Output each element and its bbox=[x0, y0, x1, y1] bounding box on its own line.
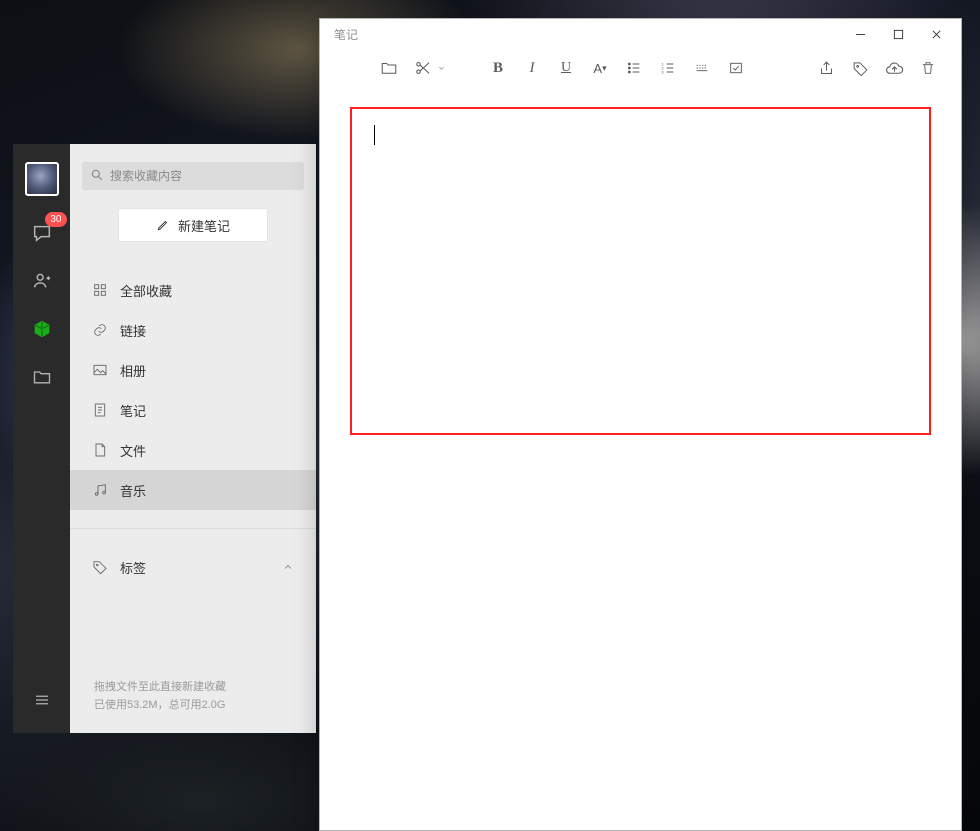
checklist-button[interactable] bbox=[723, 55, 749, 81]
chat-button[interactable]: 30 bbox=[27, 218, 57, 248]
minimize-icon bbox=[855, 29, 866, 40]
left-rail: 30 bbox=[13, 144, 70, 733]
note-icon bbox=[92, 402, 108, 418]
image-icon bbox=[92, 362, 108, 378]
chevron-down-icon[interactable] bbox=[438, 65, 445, 72]
category-albums[interactable]: 相册 bbox=[70, 350, 316, 390]
menu-icon bbox=[33, 691, 51, 709]
close-button[interactable] bbox=[917, 21, 955, 47]
share-button[interactable] bbox=[813, 55, 839, 81]
tag-button[interactable] bbox=[847, 55, 873, 81]
number-list-icon: 123 bbox=[660, 60, 676, 76]
cloud-icon bbox=[885, 59, 904, 78]
files-button[interactable] bbox=[27, 362, 57, 392]
avatar[interactable] bbox=[25, 162, 59, 196]
new-note-label: 新建笔记 bbox=[178, 216, 230, 235]
maximize-button[interactable] bbox=[879, 21, 917, 47]
link-icon bbox=[92, 322, 108, 338]
contacts-icon bbox=[31, 270, 53, 292]
minimize-button[interactable] bbox=[841, 21, 879, 47]
svg-text:3: 3 bbox=[661, 69, 664, 74]
panel-footer: 拖拽文件至此直接新建收藏 已使用53.2M，总可用2.0G bbox=[70, 678, 316, 733]
divider-button[interactable] bbox=[689, 55, 715, 81]
divider bbox=[70, 528, 316, 529]
category-files[interactable]: 文件 bbox=[70, 430, 316, 470]
contacts-button[interactable] bbox=[27, 266, 57, 296]
tag-icon bbox=[92, 559, 108, 575]
category-list: 全部收藏 链接 相册 笔记 文件 音乐 bbox=[70, 270, 316, 510]
category-links[interactable]: 链接 bbox=[70, 310, 316, 350]
category-label: 笔记 bbox=[120, 401, 146, 420]
file-icon bbox=[92, 442, 108, 458]
folder-button[interactable] bbox=[376, 55, 402, 81]
footer-hint: 拖拽文件至此直接新建收藏 bbox=[94, 678, 292, 697]
share-icon bbox=[818, 60, 835, 77]
window-title: 笔记 bbox=[334, 26, 358, 43]
menu-button[interactable] bbox=[27, 685, 57, 715]
close-icon bbox=[931, 29, 942, 40]
editor-area bbox=[320, 87, 961, 830]
bullet-list-icon bbox=[626, 60, 642, 76]
music-icon bbox=[92, 482, 108, 498]
favorites-button[interactable] bbox=[27, 314, 57, 344]
folder-icon bbox=[32, 367, 52, 387]
trash-icon bbox=[920, 60, 936, 76]
new-note-button[interactable]: 新建笔记 bbox=[118, 208, 268, 242]
footer-storage: 已使用53.2M，总可用2.0G bbox=[94, 696, 292, 715]
toolbar: B I U A▾ 123 bbox=[320, 49, 961, 87]
cloud-button[interactable] bbox=[881, 55, 907, 81]
pencil-icon bbox=[156, 218, 170, 232]
titlebar[interactable]: 笔记 bbox=[320, 19, 961, 49]
folder-icon bbox=[380, 59, 398, 77]
category-all[interactable]: 全部收藏 bbox=[70, 270, 316, 310]
category-music[interactable]: 音乐 bbox=[70, 470, 316, 510]
cube-icon bbox=[32, 319, 52, 339]
checklist-icon bbox=[728, 60, 744, 76]
number-list-button[interactable]: 123 bbox=[655, 55, 681, 81]
search-icon bbox=[90, 168, 104, 182]
category-notes[interactable]: 笔记 bbox=[70, 390, 316, 430]
scissors-icon bbox=[414, 59, 432, 77]
chat-badge: 30 bbox=[45, 212, 66, 227]
bold-button[interactable]: B bbox=[485, 55, 511, 81]
chevron-up-icon bbox=[282, 561, 294, 573]
maximize-icon bbox=[893, 29, 904, 40]
underline-button[interactable]: U bbox=[553, 55, 579, 81]
tag-icon bbox=[852, 60, 869, 77]
category-label: 音乐 bbox=[120, 481, 146, 500]
category-label: 文件 bbox=[120, 441, 146, 460]
cut-button[interactable] bbox=[410, 55, 436, 81]
category-label: 链接 bbox=[120, 321, 146, 340]
category-label: 相册 bbox=[120, 361, 146, 380]
search-input[interactable] bbox=[82, 162, 304, 190]
tags-label: 标签 bbox=[120, 558, 146, 577]
font-button[interactable]: A▾ bbox=[587, 55, 613, 81]
bullet-list-button[interactable] bbox=[621, 55, 647, 81]
note-window: 笔记 B I U A▾ 123 bbox=[319, 18, 962, 831]
category-label: 全部收藏 bbox=[120, 281, 172, 300]
delete-button[interactable] bbox=[915, 55, 941, 81]
tags-toggle[interactable]: 标签 bbox=[70, 547, 316, 587]
italic-button[interactable]: I bbox=[519, 55, 545, 81]
favorites-panel: 新建笔记 全部收藏 链接 相册 笔记 文件 音乐 bbox=[70, 144, 316, 733]
editor-content[interactable] bbox=[350, 107, 931, 435]
grid-icon bbox=[92, 282, 108, 298]
text-cursor bbox=[374, 125, 375, 145]
hr-icon bbox=[694, 60, 710, 76]
